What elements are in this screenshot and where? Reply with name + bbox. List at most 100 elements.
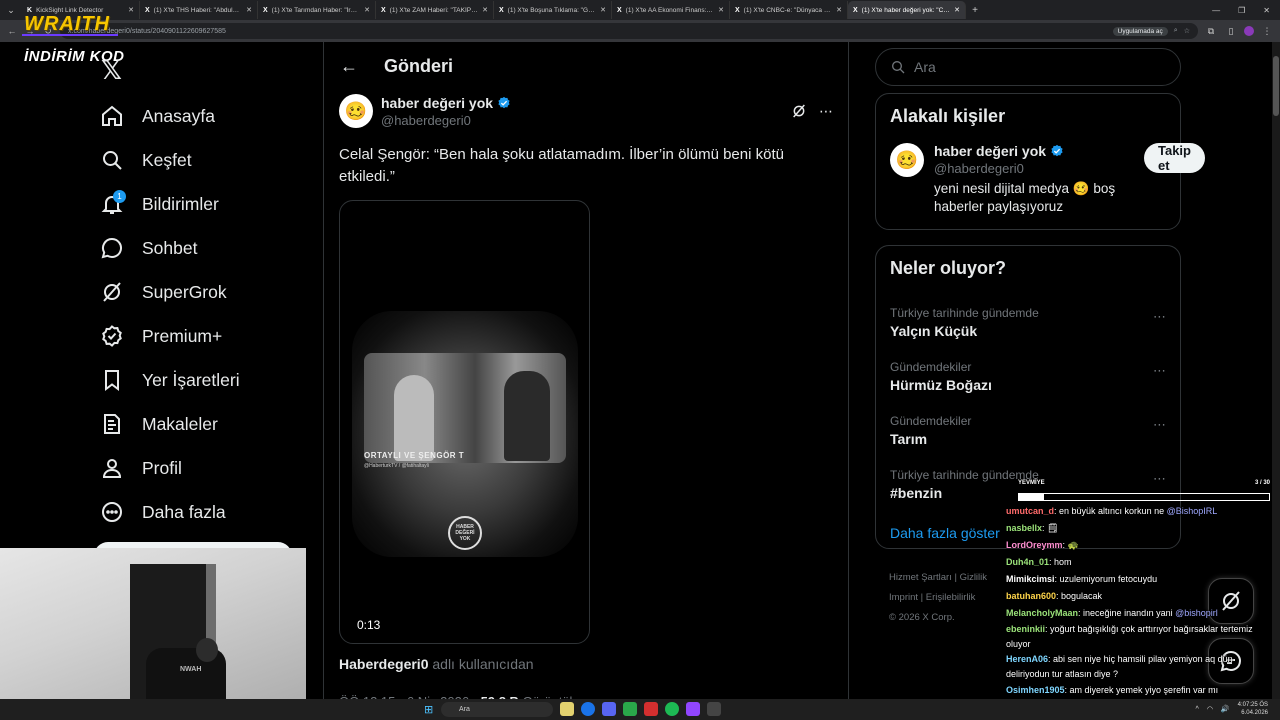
tab-title: (1) X'te AA Ekonomi Finans: "📌 bbox=[625, 7, 715, 14]
back-arrow-icon[interactable]: ← bbox=[340, 56, 358, 77]
tab-close-icon[interactable]: ✕ bbox=[128, 6, 134, 14]
credit-user[interactable]: Haberdegeri0 bbox=[339, 656, 428, 672]
zoom-icon[interactable]: ⌕ bbox=[1174, 27, 1178, 35]
author-name[interactable]: haber değeri yok bbox=[381, 95, 783, 111]
tab-favicon: X bbox=[853, 6, 858, 14]
scroll-thumb[interactable] bbox=[1273, 56, 1279, 116]
author-avatar[interactable]: 🥴 bbox=[339, 94, 373, 128]
volume-icon[interactable]: 🔊 bbox=[1221, 705, 1230, 713]
sidebar-item-chat[interactable]: Sohbet bbox=[100, 226, 310, 270]
post-video[interactable]: ORTAYLI VE ŞENGÖR T @HaberturkTV / @fati… bbox=[339, 200, 590, 644]
obs-icon[interactable] bbox=[707, 702, 721, 716]
tray-chevron-icon[interactable]: ^ bbox=[1196, 706, 1199, 713]
profile-avatar[interactable] bbox=[1244, 26, 1254, 36]
goal-label: YEVMİYE bbox=[1018, 480, 1045, 486]
discord-icon[interactable] bbox=[602, 702, 616, 716]
minimize-button[interactable]: — bbox=[1212, 6, 1220, 15]
browser-tab[interactable]: X (1) X'te Boşuna Tıklama: "Gergin ✕ bbox=[494, 1, 612, 19]
tab-close-icon[interactable]: ✕ bbox=[836, 6, 842, 14]
chat-username[interactable]: Osimhen1905 bbox=[1006, 685, 1065, 695]
chat-text: : uzulemiyorum fetocuydu bbox=[1054, 574, 1158, 584]
footer-line-1[interactable]: Hizmet Şartları | Gizlilik bbox=[889, 568, 1009, 588]
sidebar-item-premium[interactable]: Premium+ bbox=[100, 314, 310, 358]
system-clock[interactable]: 4:07:25 ÖS 6.04.2026 bbox=[1238, 701, 1268, 717]
chat-username[interactable]: batuhan600 bbox=[1006, 591, 1056, 601]
windows-start-icon[interactable]: ⊞ bbox=[424, 703, 433, 716]
chat-username[interactable]: Mimikcimsi bbox=[1006, 574, 1055, 584]
tab-search-button[interactable]: ⌄ bbox=[0, 0, 22, 20]
sidebar-item-explore[interactable]: Keşfet bbox=[100, 138, 310, 182]
sidebar-item-label: Profil bbox=[142, 457, 182, 478]
footer-line-2[interactable]: Imprint | Erişilebilirlik bbox=[889, 588, 1009, 608]
chat-username[interactable]: MelancholyMaan bbox=[1006, 608, 1078, 618]
sidebar-item-label: SuperGrok bbox=[142, 281, 227, 302]
sidebar-item-more[interactable]: Daha fazla bbox=[100, 490, 310, 534]
open-in-app-button[interactable]: Uygulamada aç bbox=[1112, 26, 1168, 36]
chat-username[interactable]: umutcan_d bbox=[1006, 506, 1054, 516]
browser-tab[interactable]: X (1) X'te CNBC-e: "Dünyaca ünlü ✕ bbox=[730, 1, 848, 19]
webcam-feed: NWAH bbox=[0, 548, 306, 720]
close-window-button[interactable]: ✕ bbox=[1263, 6, 1270, 15]
more-options-icon[interactable]: ⋯ bbox=[819, 103, 833, 120]
related-avatar[interactable]: 🥴 bbox=[890, 143, 924, 177]
author-handle[interactable]: @haberdegeri0 bbox=[381, 113, 783, 128]
tab-close-icon[interactable]: ✕ bbox=[482, 6, 488, 14]
trend-more-icon[interactable]: ⋯ bbox=[1153, 363, 1166, 379]
sidebar-item-notifications[interactable]: 1 Bildirimler bbox=[100, 182, 310, 226]
verified-icon bbox=[498, 96, 510, 108]
browser-tab[interactable]: X (1) X'te Tarımdan Haber: "İran'd ✕ bbox=[258, 1, 376, 19]
tab-close-icon[interactable]: ✕ bbox=[364, 6, 370, 14]
browser-menu-icon[interactable]: ⋮ bbox=[1260, 26, 1274, 37]
new-tab-button[interactable]: + bbox=[966, 5, 984, 16]
browser-tab[interactable]: X (1) X'te haber değeri yok: "Cela ✕ bbox=[848, 1, 966, 19]
trend-more-icon[interactable]: ⋯ bbox=[1153, 417, 1166, 433]
clock-time: 4:07:25 ÖS bbox=[1237, 702, 1268, 708]
browser-tab[interactable]: X (1) X'te THS Haberi: "Abdulkadir ✕ bbox=[140, 1, 258, 19]
kick-icon[interactable] bbox=[623, 702, 637, 716]
search-input[interactable]: Ara bbox=[875, 48, 1181, 86]
back-nav-icon[interactable]: ← bbox=[6, 26, 18, 36]
related-handle[interactable]: @haberdegeri0 bbox=[934, 161, 1134, 176]
trend-more-icon[interactable]: ⋯ bbox=[1153, 309, 1166, 325]
chat-username[interactable]: Duh4n_01 bbox=[1006, 557, 1049, 567]
sidebar-item-bookmarks[interactable]: Yer İşaretleri bbox=[100, 358, 310, 402]
wifi-icon[interactable]: ◠ bbox=[1207, 705, 1213, 713]
trend-item[interactable]: Gündemdekiler Hürmüz Boğazı ⋯ bbox=[876, 349, 1180, 403]
tab-close-icon[interactable]: ✕ bbox=[600, 6, 606, 14]
chat-username[interactable]: LordOreymm bbox=[1006, 540, 1063, 550]
related-person[interactable]: 🥴 haber değeri yok @haberdegeri0 yeni ne… bbox=[876, 127, 1205, 226]
chat-username[interactable]: nasbellx bbox=[1006, 523, 1042, 533]
trend-item[interactable]: Gündemdekiler Tarım ⋯ bbox=[876, 403, 1180, 457]
chat-username[interactable]: HerenA06 bbox=[1006, 654, 1048, 664]
sidebar-item-articles[interactable]: Makaleler bbox=[100, 402, 310, 446]
sidebar-item-profile[interactable]: Profil bbox=[100, 446, 310, 490]
file-explorer-icon[interactable] bbox=[560, 702, 574, 716]
follow-button[interactable]: Takip et bbox=[1144, 143, 1205, 173]
twitch-icon[interactable] bbox=[686, 702, 700, 716]
browser-tab[interactable]: X (1) X'te AA Ekonomi Finans: "📌 ✕ bbox=[612, 1, 730, 19]
chrome-icon[interactable] bbox=[581, 702, 595, 716]
spotify-icon[interactable] bbox=[665, 702, 679, 716]
sidepanel-icon[interactable]: ▯ bbox=[1224, 26, 1238, 37]
chat-username[interactable]: ebeninkii bbox=[1006, 624, 1045, 634]
maximize-button[interactable]: ❐ bbox=[1238, 6, 1245, 15]
chat-text: : ineceğine inandın yani bbox=[1078, 608, 1176, 618]
tab-close-icon[interactable]: ✕ bbox=[954, 6, 960, 14]
x-logo-icon[interactable]: 𝕏 bbox=[101, 55, 122, 86]
app-red-icon[interactable] bbox=[644, 702, 658, 716]
taskbar-search[interactable]: Ara bbox=[441, 702, 553, 717]
address-bar[interactable]: x.com/haberdegeri0/status/20409011226096… bbox=[60, 23, 1198, 39]
extensions-icon[interactable]: ⧉ bbox=[1204, 26, 1218, 37]
tab-favicon: X bbox=[617, 6, 622, 14]
star-icon[interactable]: ☆ bbox=[1184, 27, 1190, 35]
grok-icon[interactable] bbox=[791, 103, 807, 119]
footer-links: Hizmet Şartları | Gizlilik Imprint | Eri… bbox=[889, 568, 1009, 628]
sidebar-item-home[interactable]: Anasayfa bbox=[100, 94, 310, 138]
tab-close-icon[interactable]: ✕ bbox=[246, 6, 252, 14]
url-text: x.com/haberdegeri0/status/20409011226096… bbox=[68, 27, 226, 35]
tab-close-icon[interactable]: ✕ bbox=[718, 6, 724, 14]
browser-tab[interactable]: X (1) X'te ZAM Haberi: "TAKİPÇİ İL ✕ bbox=[376, 1, 494, 19]
sidebar-item-supergrok[interactable]: SuperGrok bbox=[100, 270, 310, 314]
related-name[interactable]: haber değeri yok bbox=[934, 143, 1134, 159]
trend-item[interactable]: Türkiye tarihinde gündemde Yalçın Küçük ⋯ bbox=[876, 295, 1180, 349]
